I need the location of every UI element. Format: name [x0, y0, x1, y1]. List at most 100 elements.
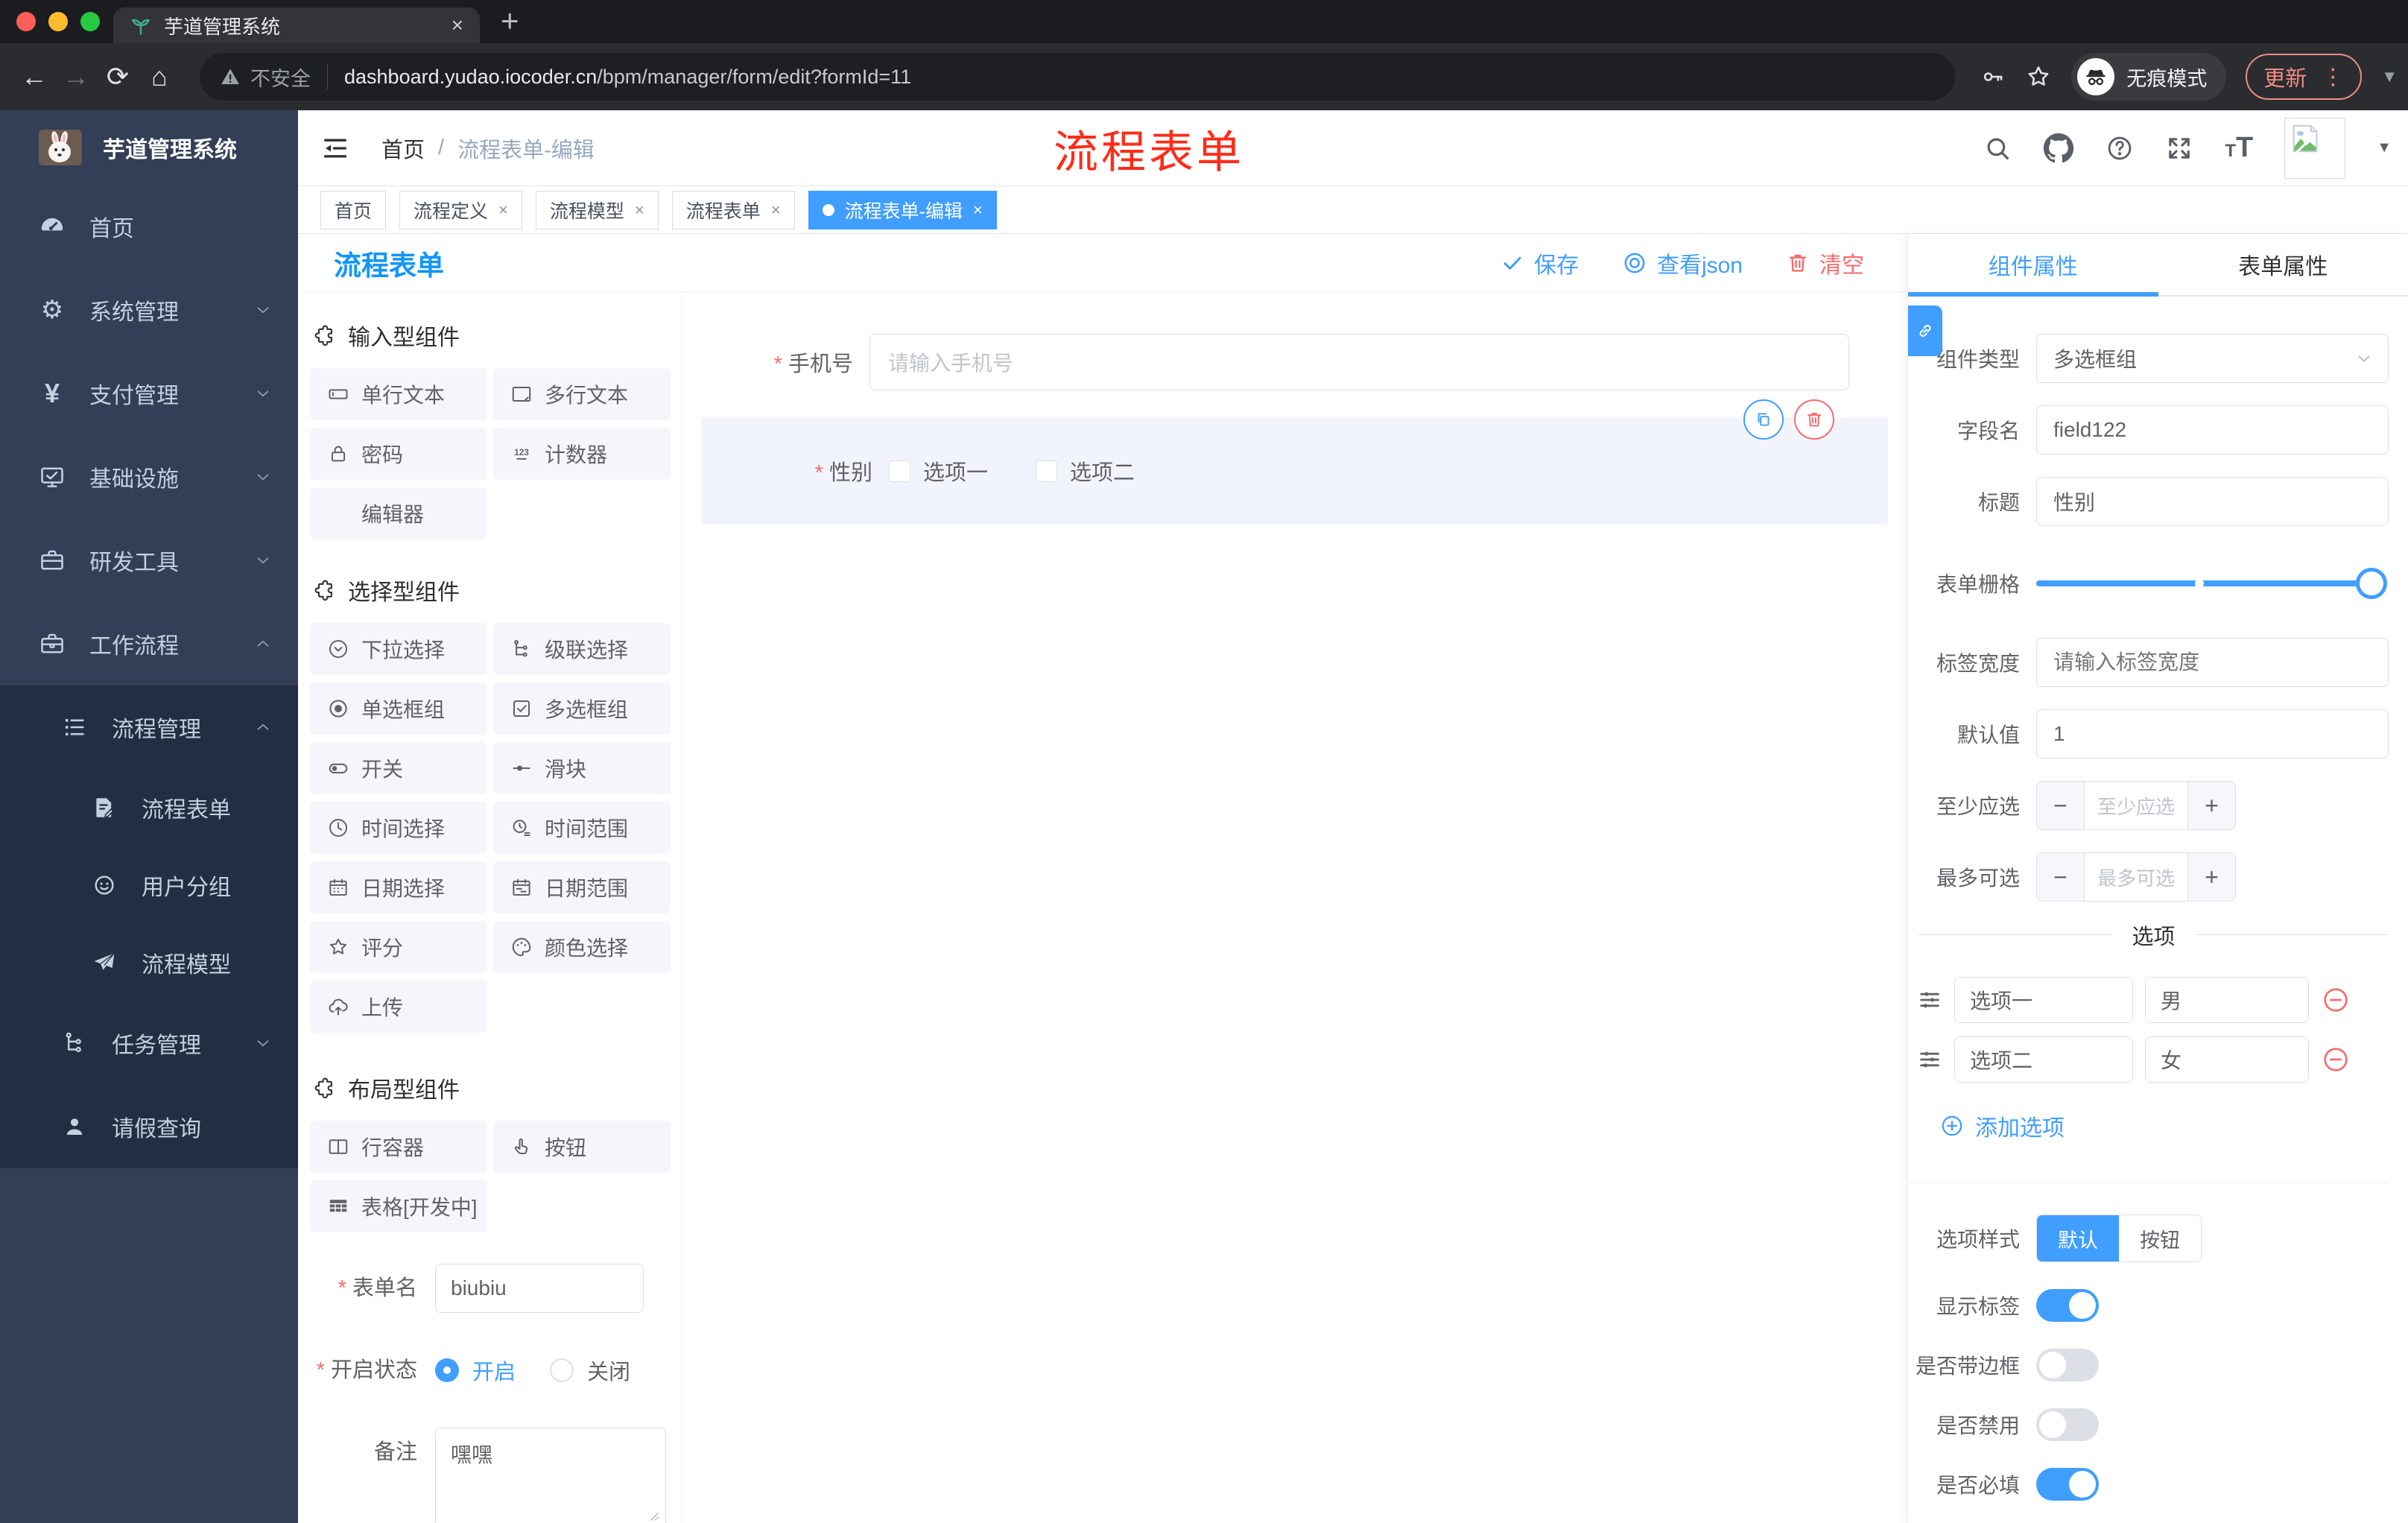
palette-item-date-range[interactable]: 日期范围	[493, 861, 671, 914]
form-name-input[interactable]	[435, 1264, 644, 1313]
phone-field-row[interactable]: 手机号 请输入手机号	[682, 334, 1907, 390]
sidebar-item-home[interactable]: 首页	[0, 185, 298, 268]
form-grid-slider[interactable]	[2036, 559, 2387, 608]
border-switch[interactable]	[2036, 1349, 2099, 1381]
status-radio-on[interactable]	[435, 1358, 459, 1382]
clear-button[interactable]: 清空	[1786, 247, 1864, 279]
tab-form-props[interactable]: 表单属性	[2158, 234, 2408, 295]
sidebar-item-workflow[interactable]: 工作流程	[0, 602, 298, 685]
gender-field-block[interactable]: 性别 选项一 选项二	[701, 399, 1888, 525]
phone-input[interactable]: 请输入手机号	[869, 334, 1849, 390]
palette-item-rate[interactable]: 评分	[310, 921, 487, 973]
tag-close-icon[interactable]: ×	[498, 200, 508, 220]
fullscreen-icon[interactable]	[2165, 134, 2193, 162]
show-label-switch[interactable]	[2036, 1289, 2099, 1322]
browser-tab[interactable]: 芋道管理系统 ×	[113, 7, 480, 43]
field-name-input[interactable]	[2036, 405, 2389, 455]
tag-process-form-edit[interactable]: 流程表单-编辑 ×	[808, 190, 997, 229]
breadcrumb-home[interactable]: 首页	[381, 133, 425, 164]
drag-handle-icon[interactable]	[1917, 987, 1942, 1013]
palette-item-cascader[interactable]: 级联选择	[493, 623, 671, 675]
palette-item-date-picker[interactable]: 日期选择	[310, 861, 487, 914]
status-off-label[interactable]: 关闭	[587, 1355, 630, 1386]
browser-profile-caret-icon[interactable]: ▼	[2381, 67, 2398, 86]
remove-option-button[interactable]	[2321, 1045, 2351, 1074]
panel-drag-handle[interactable]	[1908, 305, 1942, 356]
title-input[interactable]	[2036, 477, 2389, 526]
palette-item-color-picker[interactable]: 颜色选择	[493, 921, 671, 973]
zoom-window-button[interactable]	[80, 12, 100, 31]
palette-item-editor[interactable]: 编辑器	[310, 487, 487, 539]
sidebar-item-leave-query[interactable]: 请假查询	[0, 1085, 298, 1168]
github-icon[interactable]	[2043, 133, 2074, 164]
tag-process-definition[interactable]: 流程定义 ×	[399, 190, 522, 229]
palette-item-switch[interactable]: 开关	[310, 742, 487, 794]
update-button[interactable]: 更新 ⋮	[2246, 54, 2363, 100]
palette-item-radio-group[interactable]: 单选框组	[310, 683, 487, 735]
minimize-window-button[interactable]	[48, 12, 68, 31]
palette-item-upload[interactable]: 上传	[310, 981, 487, 1033]
new-tab-button[interactable]: +	[501, 3, 519, 39]
stepper-decrease-button[interactable]: −	[2037, 853, 2085, 901]
tab-close-icon[interactable]: ×	[452, 13, 463, 37]
status-on-label[interactable]: 开启	[472, 1355, 516, 1386]
avatar[interactable]	[2284, 117, 2346, 179]
palette-item-time-range[interactable]: 时间范围	[493, 802, 671, 854]
tag-home[interactable]: 首页	[320, 190, 387, 229]
sidebar-item-dev-tools[interactable]: 研发工具	[0, 519, 298, 602]
delete-component-button[interactable]	[1794, 399, 1834, 440]
help-icon[interactable]	[2106, 134, 2134, 162]
reload-button[interactable]: ⟳	[97, 61, 139, 92]
required-switch[interactable]	[2036, 1468, 2099, 1501]
slider-track[interactable]	[2036, 580, 2384, 586]
label-width-input[interactable]	[2036, 638, 2389, 687]
stepper-increase-button[interactable]: +	[2187, 853, 2235, 901]
browser-menu-icon[interactable]: ⋮	[2322, 64, 2344, 90]
palette-item-row-container[interactable]: 行容器	[310, 1121, 487, 1173]
style-default-button[interactable]: 默认	[2037, 1215, 2119, 1261]
tag-close-icon[interactable]: ×	[635, 200, 644, 220]
gender-option-2[interactable]: 选项二	[1036, 455, 1135, 487]
disabled-switch[interactable]	[2036, 1408, 2099, 1441]
sidebar-item-system-management[interactable]: ⚙ 系统管理	[0, 268, 298, 352]
home-button[interactable]: ⌂	[139, 61, 180, 92]
sidebar-item-user-group[interactable]: 用户分组	[0, 846, 298, 924]
component-type-value[interactable]	[2036, 334, 2389, 383]
back-button[interactable]: ←	[13, 61, 55, 92]
option-value-input[interactable]	[2145, 1036, 2309, 1083]
view-json-button[interactable]: 查看json	[1622, 247, 1743, 279]
style-button-button[interactable]: 按钮	[2119, 1215, 2201, 1261]
avatar-caret-icon[interactable]: ▼	[2377, 139, 2392, 156]
remove-option-button[interactable]	[2321, 985, 2351, 1015]
palette-item-checkbox-group[interactable]: 多选框组	[493, 683, 671, 735]
drag-handle-icon[interactable]	[1917, 1047, 1942, 1072]
component-type-select[interactable]	[2036, 334, 2389, 383]
resize-grip-icon[interactable]	[647, 1509, 660, 1522]
default-value-input[interactable]	[2036, 709, 2389, 759]
close-window-button[interactable]	[16, 12, 36, 31]
collapse-sidebar-button[interactable]	[320, 133, 350, 163]
sidebar-item-process-form[interactable]: 流程表单	[0, 769, 298, 846]
palette-item-counter[interactable]: 123 计数器	[493, 428, 671, 480]
checkbox-option-1[interactable]	[889, 460, 910, 482]
option-label-input[interactable]	[1954, 1036, 2133, 1083]
checkbox-option-2[interactable]	[1036, 460, 1058, 482]
palette-item-single-line-text[interactable]: 单行文本	[310, 368, 487, 420]
save-button[interactable]: 保存	[1501, 247, 1579, 279]
bookmark-star-icon[interactable]	[2025, 63, 2052, 90]
palette-item-select[interactable]: 下拉选择	[310, 623, 487, 675]
slider-handle[interactable]	[2356, 568, 2387, 599]
tag-close-icon[interactable]: ×	[973, 200, 983, 220]
option-value-input[interactable]	[2145, 977, 2309, 1023]
gender-option-1[interactable]: 选项一	[889, 455, 988, 487]
tag-process-form[interactable]: 流程表单 ×	[671, 190, 795, 229]
min-select-placeholder[interactable]: 至少应选	[2085, 782, 2187, 829]
tab-component-props[interactable]: 组件属性	[1908, 234, 2158, 295]
stepper-decrease-button[interactable]: −	[2037, 782, 2085, 829]
status-radio-off[interactable]	[550, 1358, 574, 1382]
remark-textarea[interactable]	[435, 1428, 666, 1523]
add-option-button[interactable]: 添加选项	[1939, 1109, 2389, 1142]
palette-item-table[interactable]: 表格[开发中]	[310, 1180, 487, 1232]
stepper-increase-button[interactable]: +	[2187, 782, 2235, 829]
font-size-icon[interactable]: TT	[2225, 132, 2253, 164]
